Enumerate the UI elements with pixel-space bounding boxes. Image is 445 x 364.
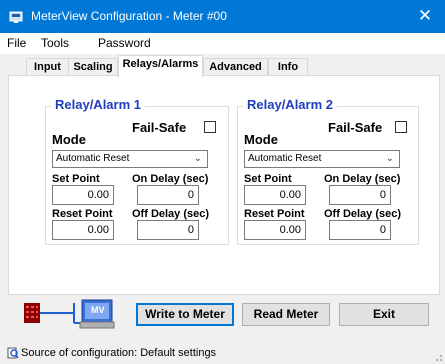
fail-safe-label-2: Fail-Safe	[328, 120, 383, 135]
menu-bar: File Tools Password	[0, 33, 445, 54]
window-title: MeterView Configuration - Meter #00	[31, 9, 227, 23]
chevron-down-icon: ⌄	[385, 153, 394, 164]
menu-file[interactable]: File	[7, 36, 26, 50]
relay-alarm-1-group: Relay/Alarm 1 Fail-Safe Mode Automatic R…	[45, 97, 229, 245]
fail-safe-checkbox-2[interactable]	[395, 121, 407, 133]
fail-safe-label-1: Fail-Safe	[132, 120, 187, 135]
relay-alarm-2-group: Relay/Alarm 2 Fail-Safe Mode Automatic R…	[237, 97, 419, 245]
meter-device-icon	[24, 303, 40, 323]
on-delay-label-2: On Delay (sec)	[324, 173, 401, 185]
tab-strip: Input Scaling Relays/Alarms Advanced Inf…	[0, 54, 445, 78]
title-bar[interactable]: MeterView Configuration - Meter #00 ✕	[0, 0, 445, 33]
relays-alarms-panel: Relay/Alarm 1 Fail-Safe Mode Automatic R…	[8, 75, 440, 295]
mode-value-2: Automatic Reset	[248, 153, 322, 164]
set-point-input-2[interactable]: 0.00	[244, 185, 306, 205]
cable-icon	[40, 303, 84, 324]
mode-label-2: Mode	[244, 132, 278, 147]
reset-point-label-2: Reset Point	[244, 208, 305, 220]
on-delay-input-2[interactable]: 0	[329, 185, 391, 205]
reset-point-input-1[interactable]: 0.00	[52, 220, 114, 240]
meterview-app-icon	[9, 11, 23, 23]
menu-password[interactable]: Password	[98, 36, 151, 50]
on-delay-input-1[interactable]: 0	[137, 185, 199, 205]
off-delay-label-2: Off Delay (sec)	[324, 208, 402, 220]
off-delay-input-1[interactable]: 0	[137, 220, 199, 240]
write-to-meter-button[interactable]: Write to Meter	[136, 303, 234, 326]
status-text: Source of configuration: Default setting…	[21, 347, 217, 359]
read-meter-button[interactable]: Read Meter	[242, 303, 330, 326]
relay-alarm-1-title: Relay/Alarm 1	[51, 97, 145, 112]
resize-grip-icon[interactable]	[433, 352, 443, 362]
close-icon[interactable]: ✕	[405, 0, 445, 33]
exit-button[interactable]: Exit	[339, 303, 429, 326]
search-document-icon	[7, 347, 19, 359]
menu-tools[interactable]: Tools	[41, 36, 69, 50]
mode-select-1[interactable]: Automatic Reset ⌄	[52, 150, 208, 168]
meter-connection-graphic	[24, 299, 115, 329]
reset-point-input-2[interactable]: 0.00	[244, 220, 306, 240]
mode-select-2[interactable]: Automatic Reset ⌄	[244, 150, 400, 168]
tab-relays-alarms[interactable]: Relays/Alarms	[118, 55, 203, 78]
relay-alarm-2-title: Relay/Alarm 2	[243, 97, 337, 112]
set-point-label-1: Set Point	[52, 173, 100, 185]
mode-value-1: Automatic Reset	[56, 153, 130, 164]
bottom-bar: MV Write to Meter Read Meter Exit	[0, 296, 445, 346]
on-delay-label-1: On Delay (sec)	[132, 173, 209, 185]
off-delay-input-2[interactable]: 0	[329, 220, 391, 240]
set-point-input-1[interactable]: 0.00	[52, 185, 114, 205]
fail-safe-checkbox-1[interactable]	[204, 121, 216, 133]
mode-label-1: Mode	[52, 132, 86, 147]
status-bar: Source of configuration: Default setting…	[0, 343, 445, 364]
off-delay-label-1: Off Delay (sec)	[132, 208, 210, 220]
chevron-down-icon: ⌄	[193, 153, 202, 164]
set-point-label-2: Set Point	[244, 173, 292, 185]
monitor-label: MV	[91, 305, 105, 315]
reset-point-label-1: Reset Point	[52, 208, 113, 220]
